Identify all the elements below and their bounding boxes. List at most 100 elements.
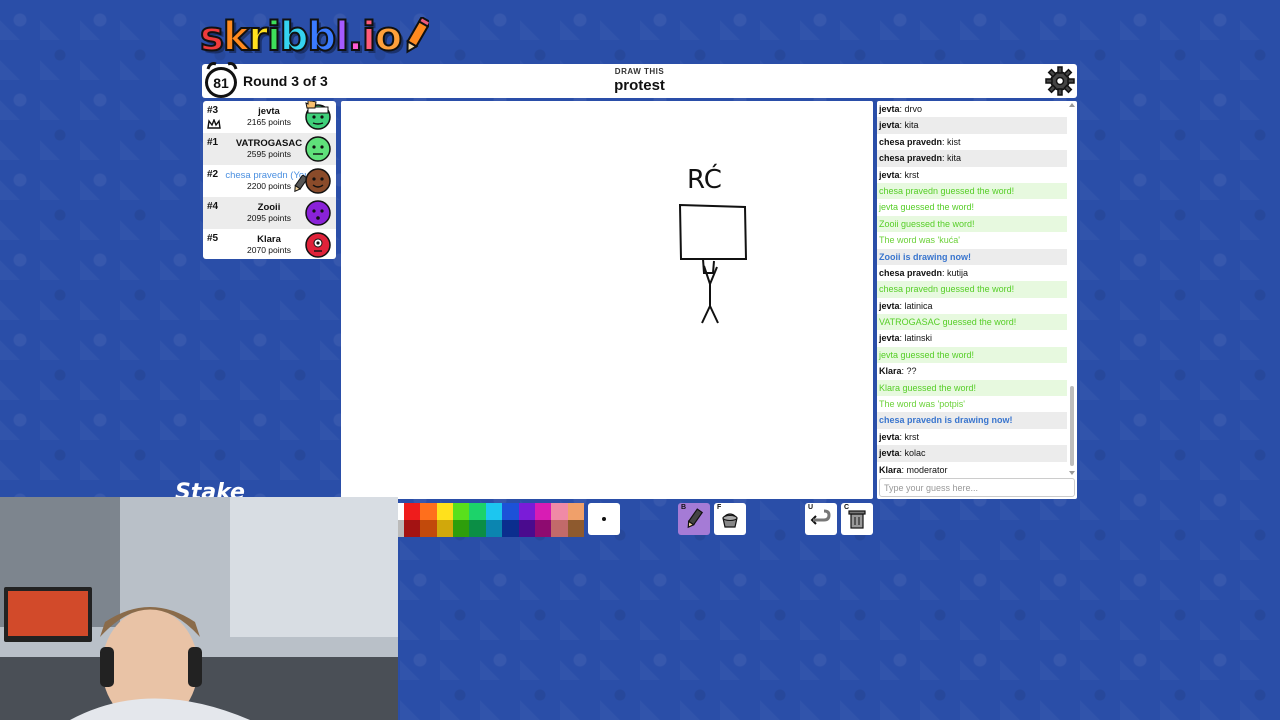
player-avatar: [305, 136, 331, 162]
player-avatar: [305, 232, 331, 258]
current-word: protest: [614, 77, 665, 94]
player-row[interactable]: #5 Klara 2070 points: [203, 229, 336, 259]
color-swatch[interactable]: [518, 520, 535, 537]
chat-text: chesa pravedn guessed the word!: [879, 284, 1015, 295]
player-name: Zooii: [257, 202, 281, 213]
player-points: 2070 points: [247, 245, 291, 255]
pointer-hand-icon: [305, 101, 317, 109]
chat-message: chesa pravedn: kutija: [879, 267, 969, 278]
player-row[interactable]: #3 jevta 2165 points: [203, 101, 336, 133]
drawing-canvas[interactable]: RĆ: [341, 101, 873, 499]
chat-text: krst: [904, 169, 920, 180]
brush-tool-button[interactable]: B: [678, 503, 710, 535]
chat-message: jevta guessed the word!: [877, 346, 1067, 364]
player-rank: #3: [207, 105, 219, 116]
undo-hotkey: U: [808, 504, 814, 511]
player-row[interactable]: #2 chesa pravedn (You) 2200 points: [203, 165, 336, 197]
scroll-down-icon[interactable]: [1069, 470, 1075, 476]
color-swatch[interactable]: [469, 520, 486, 537]
color-swatch[interactable]: [453, 520, 470, 537]
undo-button[interactable]: U: [805, 503, 837, 535]
chat-author: jevta: [879, 300, 900, 311]
chat-author: jevta: [879, 169, 900, 180]
chat-author: jevta: [879, 120, 900, 131]
chat-message: jevta: drvo: [879, 104, 923, 114]
brush-hotkey: B: [681, 504, 687, 511]
settings-gear-icon[interactable]: [1045, 66, 1075, 96]
color-swatch[interactable]: [469, 503, 486, 520]
guess-input[interactable]: [879, 478, 1075, 497]
scroll-thumb[interactable]: [1070, 386, 1074, 466]
chat-messages: jevta: drvo jevta: kita chesa pravedn: kis…: [877, 101, 1067, 477]
brush-size-dot: [602, 517, 606, 521]
chat-text: latinica: [904, 300, 933, 311]
chat-text: moderator: [906, 464, 948, 475]
chat-text: drvo: [904, 104, 923, 114]
canvas-text: RĆ: [687, 163, 722, 195]
color-swatch[interactable]: [485, 520, 503, 537]
chat-author: chesa pravedn: [879, 153, 943, 164]
chat-scrollbar[interactable]: [1069, 101, 1075, 477]
chat-text: latinski: [904, 333, 933, 344]
scroll-up-icon[interactable]: [1069, 102, 1075, 108]
color-swatch[interactable]: [502, 503, 519, 520]
brush-size-selector[interactable]: [588, 503, 620, 535]
chat-message: chesa pravedn: kita: [877, 150, 1067, 167]
clear-hotkey: C: [844, 504, 850, 511]
player-name: jevta: [258, 106, 280, 117]
chat-message: Klara: ??: [879, 366, 917, 377]
chat-author: Klara: [879, 464, 902, 475]
player-list: #3 jevta 2165 points #1 VATROGASAC 2595 …: [203, 101, 336, 259]
skribbl-logo: skribbl.io: [199, 13, 430, 61]
color-swatch[interactable]: [502, 520, 519, 537]
draw-this-label: DRAW THIS: [614, 67, 665, 76]
player-row[interactable]: #1 VATROGASAC 2595 points: [203, 133, 336, 165]
chat-text: The word was 'kuća': [879, 235, 960, 246]
chat-message: jevta: kolac: [877, 445, 1067, 462]
color-swatch[interactable]: [420, 520, 437, 537]
color-swatch[interactable]: [436, 520, 454, 537]
chat-message: jevta: krst: [879, 169, 920, 180]
webcam-feed: [0, 497, 398, 720]
player-avatar: [305, 168, 331, 194]
clear-button[interactable]: C: [841, 503, 873, 535]
chat-text: kutija: [947, 267, 969, 278]
chat-text: Zooii is drawing now!: [879, 251, 971, 262]
player-points: 2595 points: [247, 149, 291, 159]
color-swatch[interactable]: [567, 520, 584, 537]
chat-text: Klara guessed the word!: [879, 382, 977, 393]
player-name: Klara: [257, 234, 281, 245]
color-swatch[interactable]: [551, 520, 568, 537]
chat-text: VATROGASAC guessed the word!: [879, 317, 1017, 328]
player-name: VATROGASAC: [235, 138, 303, 149]
color-swatch[interactable]: [551, 503, 568, 520]
player-points: 2095 points: [247, 213, 291, 223]
fill-bucket-icon: [722, 513, 738, 528]
chat-message: chesa pravedn guessed the word!: [877, 182, 1067, 200]
color-swatch[interactable]: [485, 503, 503, 520]
color-swatch[interactable]: [420, 503, 437, 520]
chat-message: Klara: moderator: [879, 464, 948, 475]
color-swatch[interactable]: [436, 503, 454, 520]
webcam-image: [0, 497, 398, 720]
chat-author: jevta: [879, 448, 900, 459]
chat-message: chesa pravedn is drawing now!: [877, 412, 1067, 429]
color-swatch[interactable]: [534, 520, 552, 537]
color-swatch[interactable]: [404, 520, 421, 537]
chat-message: Zooii is drawing now!: [877, 248, 1067, 265]
color-swatch[interactable]: [404, 503, 421, 520]
chat-message: chesa pravedn guessed the word!: [877, 281, 1067, 298]
fill-tool-button[interactable]: F: [714, 503, 746, 535]
player-row[interactable]: #4 Zooii 2095 points: [203, 197, 336, 229]
pencil-logo-icon: [406, 17, 430, 54]
color-swatch[interactable]: [534, 503, 552, 520]
color-swatch[interactable]: [567, 503, 584, 520]
word-hint: DRAW THIS protest: [202, 67, 1077, 94]
color-swatch[interactable]: [518, 503, 535, 520]
chat-text: jevta guessed the word!: [879, 349, 975, 360]
color-swatch[interactable]: [453, 503, 470, 520]
player-avatar: [305, 200, 331, 226]
chat-text: jevta guessed the word!: [879, 202, 975, 213]
chat-message: Zooii guessed the word!: [877, 215, 1067, 233]
player-rank: #5: [207, 233, 219, 244]
